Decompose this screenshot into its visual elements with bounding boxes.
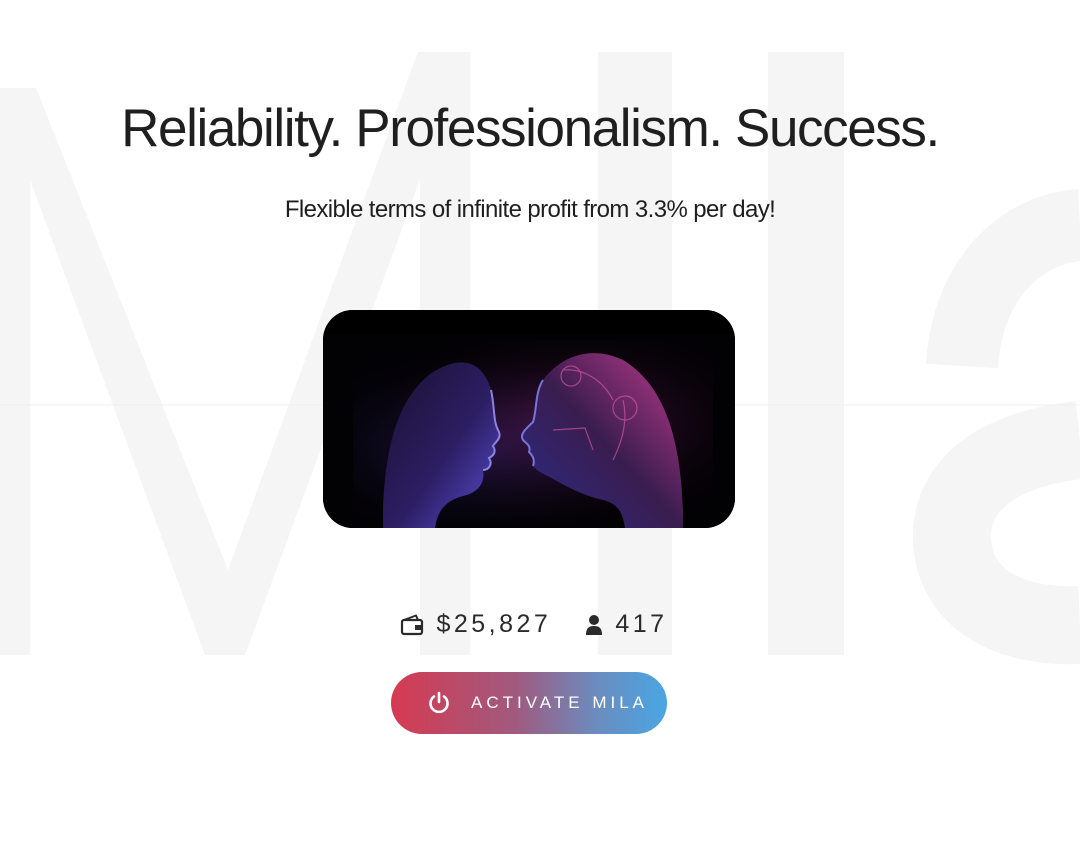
power-icon <box>427 691 451 715</box>
page-headline: Reliability. Professionalism. Success. <box>121 99 940 158</box>
user-icon <box>585 614 603 636</box>
balance-value: $25,827 <box>436 610 552 638</box>
balance-stat: $25,827 <box>400 610 551 639</box>
hero-image <box>323 310 735 528</box>
users-stat: 417 <box>585 610 667 639</box>
activate-mila-button[interactable]: ACTIVATE MILA <box>391 672 667 734</box>
page-subheadline: Flexible terms of infinite profit from 3… <box>284 196 776 223</box>
users-value: 417 <box>615 610 668 638</box>
landing-page: Reliability. Professionalism. Success. F… <box>0 0 1080 867</box>
wallet-icon <box>400 614 424 636</box>
stats-row: $25,827 417 <box>0 610 1068 639</box>
activate-mila-label: ACTIVATE MILA <box>471 693 649 712</box>
